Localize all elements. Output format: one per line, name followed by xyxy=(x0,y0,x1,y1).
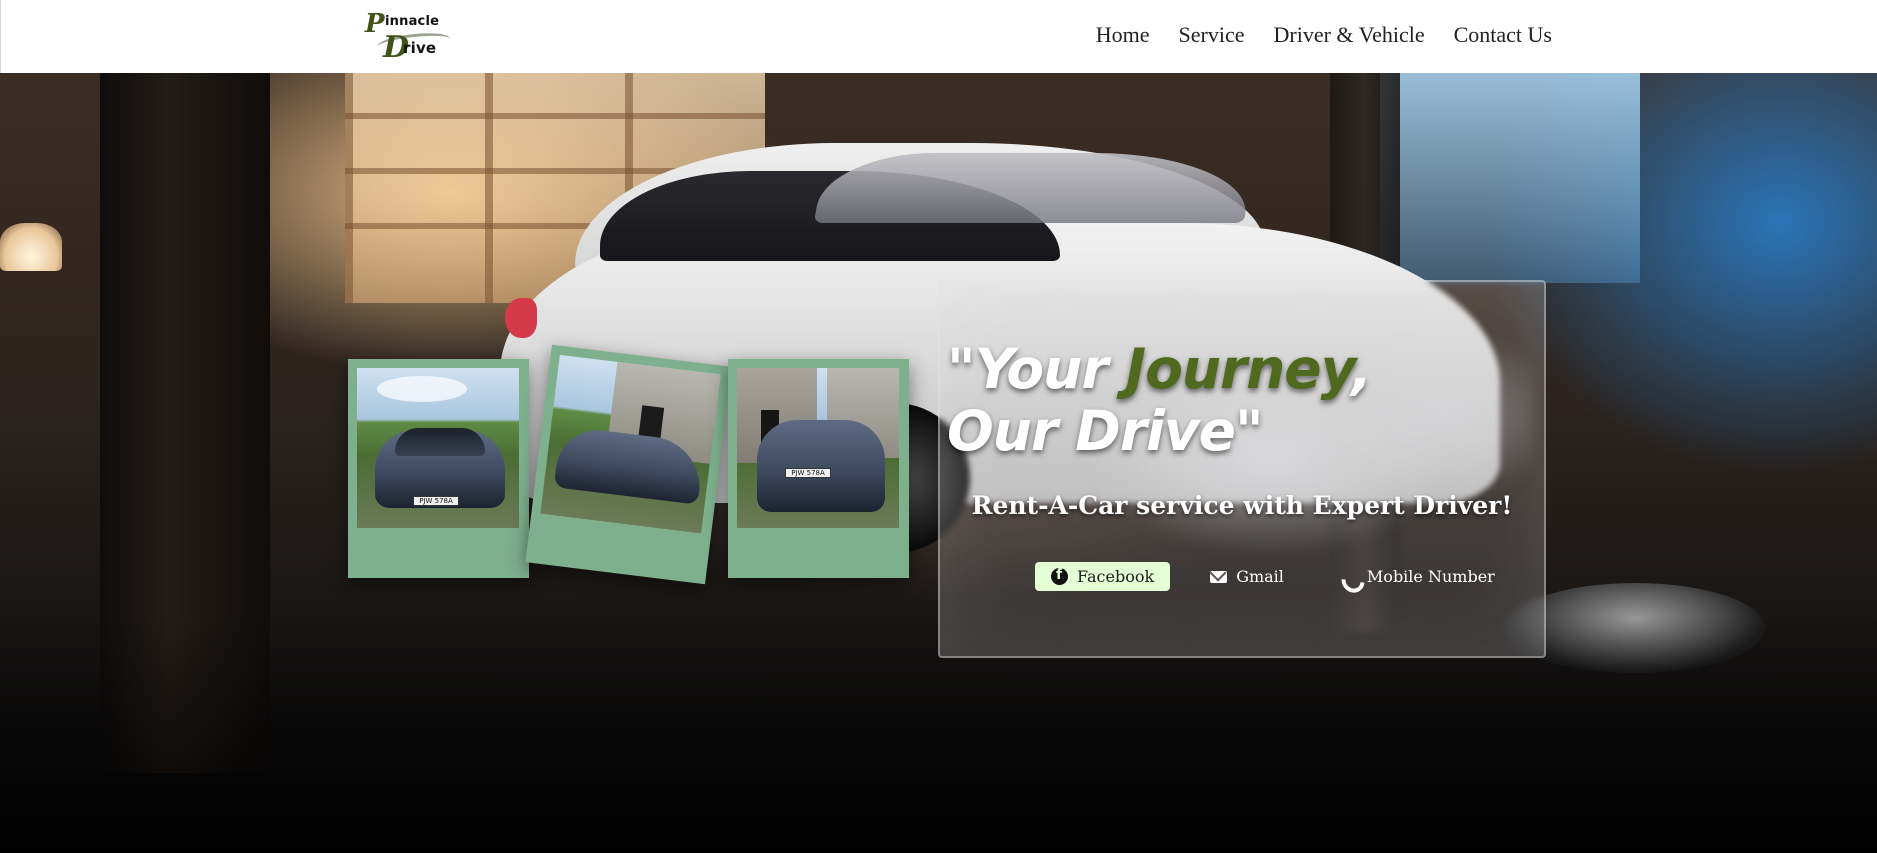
car-photo-front: PJW 578A xyxy=(357,368,519,528)
mobile-number-button[interactable]: Mobile Number xyxy=(1324,562,1511,591)
headline-part-1: "Your xyxy=(947,337,1126,401)
site-header: P innacle D rive Home Service Driver & V… xyxy=(0,0,1877,73)
nav-driver-vehicle[interactable]: Driver & Vehicle xyxy=(1274,22,1425,48)
logo-text-bottom: rive xyxy=(403,39,437,57)
facebook-label: Facebook xyxy=(1077,567,1155,586)
photo-card-rear[interactable]: PJW 578A xyxy=(728,359,909,578)
nav-service[interactable]: Service xyxy=(1179,22,1245,48)
nav-home[interactable]: Home xyxy=(1096,22,1150,48)
photo-card-side[interactable] xyxy=(525,344,732,585)
garage-blue-window xyxy=(1380,73,1640,283)
hero-car-windshield xyxy=(813,153,1257,223)
hero-tagline: Rent-A-Car service with Expert Driver! xyxy=(971,491,1513,520)
contact-buttons: Facebook Gmail Mobile Number xyxy=(1035,562,1511,591)
logo-text-top: innacle xyxy=(385,14,440,29)
photo-card-front[interactable]: PJW 578A xyxy=(348,359,529,578)
mail-icon xyxy=(1210,570,1228,583)
main-nav: Home Service Driver & Vehicle Contact Us xyxy=(1096,22,1552,48)
plate-text: PJW 578A xyxy=(785,468,831,478)
hero-car-taillight xyxy=(505,298,537,338)
hero-headline: "Your Journey, Our Drive" xyxy=(947,338,1507,462)
logo-letter-p: P xyxy=(365,9,385,39)
pinnacle-drive-logo[interactable]: P innacle D rive xyxy=(363,8,455,65)
car-photo-rear: PJW 578A xyxy=(737,368,899,528)
car-photo-side xyxy=(540,354,721,534)
mobile-number-label: Mobile Number xyxy=(1366,567,1495,586)
facebook-icon xyxy=(1051,567,1068,585)
headline-accent: Journey xyxy=(1125,337,1353,401)
plate-text: PJW 578A xyxy=(413,496,459,506)
gmail-button[interactable]: Gmail xyxy=(1194,562,1300,591)
headline-part-2: , xyxy=(1351,337,1372,401)
lamp-icon xyxy=(0,223,62,271)
phone-icon xyxy=(1340,568,1358,586)
nav-contact-us[interactable]: Contact Us xyxy=(1454,22,1552,48)
headline-line-2: Our Drive" xyxy=(947,399,1264,463)
facebook-button[interactable]: Facebook xyxy=(1035,562,1171,591)
gmail-label: Gmail xyxy=(1236,567,1284,586)
